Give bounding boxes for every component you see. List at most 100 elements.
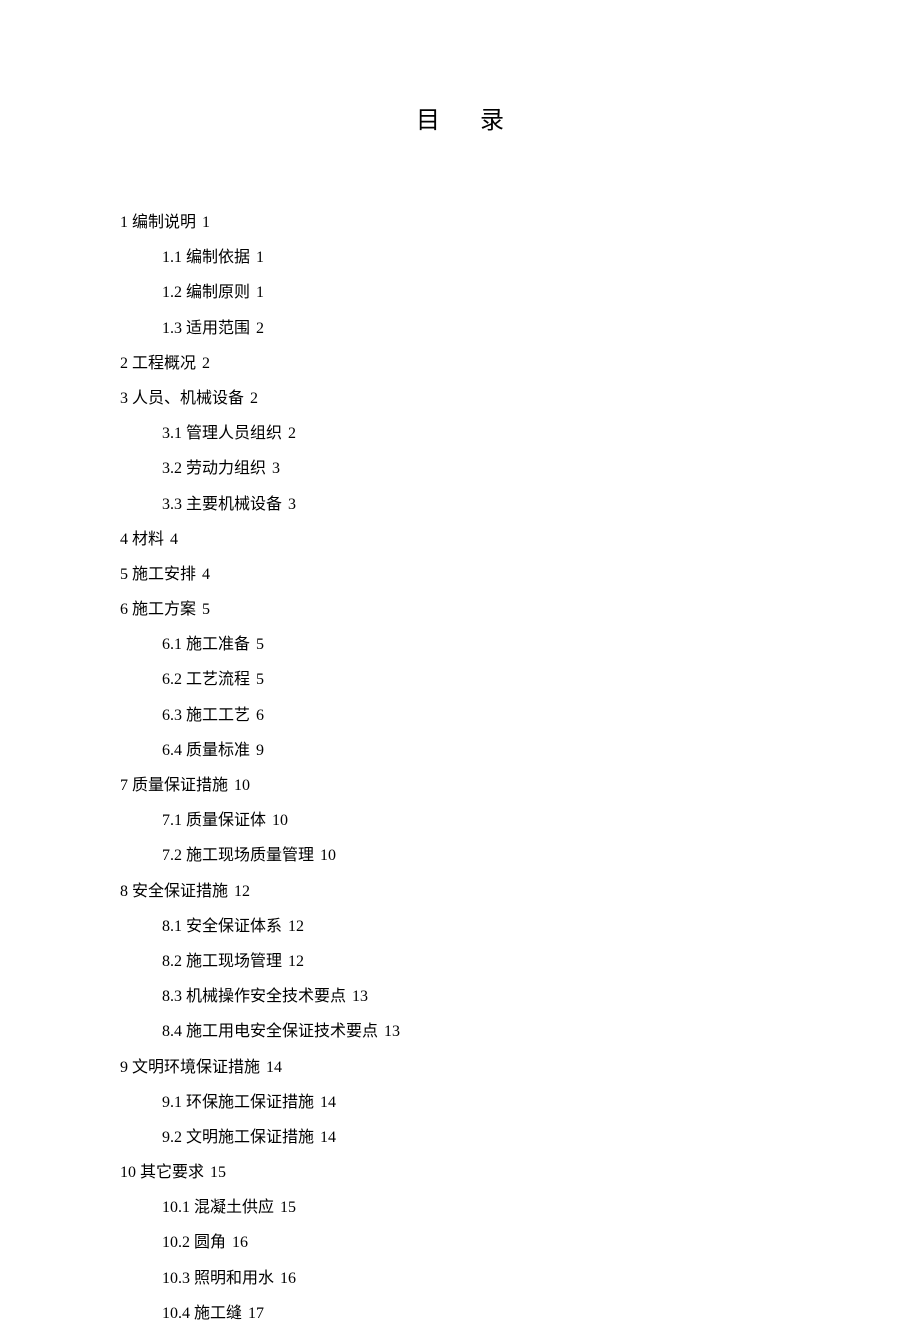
toc-entry-label: 质量保证措施 (132, 777, 228, 794)
toc-entry-label: 工艺流程 (186, 671, 250, 688)
toc-entry-label: 质量保证体 (186, 812, 266, 829)
toc-entry-number: 8.3 (162, 988, 182, 1005)
toc-entry-page: 6 (256, 707, 264, 724)
toc-entry: 1.2 编制原则 1 (120, 275, 800, 310)
toc-entry-label: 质量标准 (186, 742, 250, 759)
toc-entry-label: 施工用电安全保证技术要点 (186, 1023, 378, 1040)
toc-entry: 8.4 施工用电安全保证技术要点 13 (120, 1014, 800, 1049)
toc-entry: 10.2 圆角 16 (120, 1225, 800, 1260)
toc-entry-page: 13 (352, 988, 368, 1005)
toc-entry-label: 施工准备 (186, 636, 250, 653)
toc-entry-label: 管理人员组织 (186, 425, 282, 442)
toc-entry: 7 质量保证措施 10 (120, 768, 800, 803)
toc-entry: 3.1 管理人员组织 2 (120, 416, 800, 451)
toc-entry-label: 劳动力组织 (186, 460, 266, 477)
toc-entry-page: 16 (232, 1234, 248, 1251)
toc-entry-number: 10.3 (162, 1270, 190, 1287)
toc-entry: 5 施工安排 4 (120, 557, 800, 592)
toc-entry-page: 1 (256, 284, 264, 301)
toc-entry-number: 6.1 (162, 636, 182, 653)
toc-entry-label: 工程概况 (132, 355, 196, 372)
toc-entry-label: 施工方案 (132, 601, 196, 618)
toc-entry-number: 6.3 (162, 707, 182, 724)
toc-entry-number: 7 (120, 777, 128, 794)
toc-entry-number: 3.3 (162, 496, 182, 513)
toc-entry-number: 8.1 (162, 918, 182, 935)
toc-entry-number: 6 (120, 601, 128, 618)
toc-entry-label: 环保施工保证措施 (186, 1094, 314, 1111)
toc-entry-label: 文明环境保证措施 (132, 1059, 260, 1076)
toc-entry-label: 安全保证措施 (132, 883, 228, 900)
toc-entry: 1.1 编制依据 1 (120, 240, 800, 275)
toc-entry-label: 照明和用水 (194, 1270, 274, 1287)
toc-entry-page: 10 (320, 847, 336, 864)
toc-entry-number: 10 (120, 1164, 136, 1181)
toc-entry-page: 10 (272, 812, 288, 829)
toc-entry: 7.1 质量保证体 10 (120, 803, 800, 838)
toc-entry-number: 8.4 (162, 1023, 182, 1040)
toc-entry-page: 2 (288, 425, 296, 442)
toc-entry: 9.2 文明施工保证措施 14 (120, 1120, 800, 1155)
toc-entry-number: 9.2 (162, 1129, 182, 1146)
table-of-contents: 1 编制说明 11.1 编制依据 11.2 编制原则 11.3 适用范围 22 … (120, 205, 800, 1331)
toc-entry-number: 6.2 (162, 671, 182, 688)
toc-entry-label: 施工工艺 (186, 707, 250, 724)
toc-entry-label: 适用范围 (186, 320, 250, 337)
toc-entry-number: 7.1 (162, 812, 182, 829)
toc-entry-page: 10 (234, 777, 250, 794)
toc-entry-page: 13 (384, 1023, 400, 1040)
toc-entry-page: 16 (280, 1270, 296, 1287)
toc-entry-page: 2 (202, 355, 210, 372)
toc-entry-number: 4 (120, 531, 128, 548)
toc-entry-number: 8.2 (162, 953, 182, 970)
toc-entry-label: 安全保证体系 (186, 918, 282, 935)
toc-entry: 7.2 施工现场质量管理 10 (120, 838, 800, 873)
toc-entry-label: 材料 (132, 531, 164, 548)
page-title: 目录 (120, 100, 800, 135)
toc-entry-label: 施工缝 (194, 1305, 242, 1322)
toc-entry: 6.1 施工准备 5 (120, 627, 800, 662)
toc-entry-label: 施工现场管理 (186, 953, 282, 970)
toc-entry-number: 2 (120, 355, 128, 372)
toc-entry-label: 其它要求 (140, 1164, 204, 1181)
toc-entry: 2 工程概况 2 (120, 346, 800, 381)
toc-entry-label: 施工安排 (132, 566, 196, 583)
toc-entry-page: 15 (210, 1164, 226, 1181)
toc-entry-page: 12 (288, 953, 304, 970)
toc-entry-number: 9 (120, 1059, 128, 1076)
toc-entry-page: 2 (256, 320, 264, 337)
toc-entry: 10 其它要求 15 (120, 1155, 800, 1190)
toc-entry-page: 3 (272, 460, 280, 477)
toc-entry-number: 10.4 (162, 1305, 190, 1322)
toc-entry-page: 14 (266, 1059, 282, 1076)
toc-entry-label: 编制说明 (132, 214, 196, 231)
toc-entry-page: 4 (202, 566, 210, 583)
toc-entry-number: 1.3 (162, 320, 182, 337)
toc-entry-number: 3.1 (162, 425, 182, 442)
toc-entry-label: 主要机械设备 (186, 496, 282, 513)
toc-entry-number: 10.1 (162, 1199, 190, 1216)
toc-entry-page: 12 (288, 918, 304, 935)
toc-entry: 10.3 照明和用水 16 (120, 1261, 800, 1296)
toc-entry-number: 1 (120, 214, 128, 231)
toc-entry-label: 人员、机械设备 (132, 390, 244, 407)
toc-entry-number: 7.2 (162, 847, 182, 864)
toc-entry-label: 编制依据 (186, 249, 250, 266)
toc-entry-number: 3.2 (162, 460, 182, 477)
toc-entry-page: 5 (202, 601, 210, 618)
toc-entry-page: 9 (256, 742, 264, 759)
toc-entry: 8.2 施工现场管理 12 (120, 944, 800, 979)
toc-entry-page: 2 (250, 390, 258, 407)
toc-entry-page: 5 (256, 671, 264, 688)
toc-entry: 4 材料 4 (120, 522, 800, 557)
toc-entry-number: 8 (120, 883, 128, 900)
toc-entry-number: 1.2 (162, 284, 182, 301)
toc-entry: 1.3 适用范围 2 (120, 311, 800, 346)
toc-entry-label: 机械操作安全技术要点 (186, 988, 346, 1005)
toc-entry-page: 14 (320, 1094, 336, 1111)
toc-entry: 9.1 环保施工保证措施 14 (120, 1085, 800, 1120)
toc-entry-number: 1.1 (162, 249, 182, 266)
toc-entry: 8 安全保证措施 12 (120, 874, 800, 909)
toc-entry: 6 施工方案 5 (120, 592, 800, 627)
toc-entry-number: 6.4 (162, 742, 182, 759)
